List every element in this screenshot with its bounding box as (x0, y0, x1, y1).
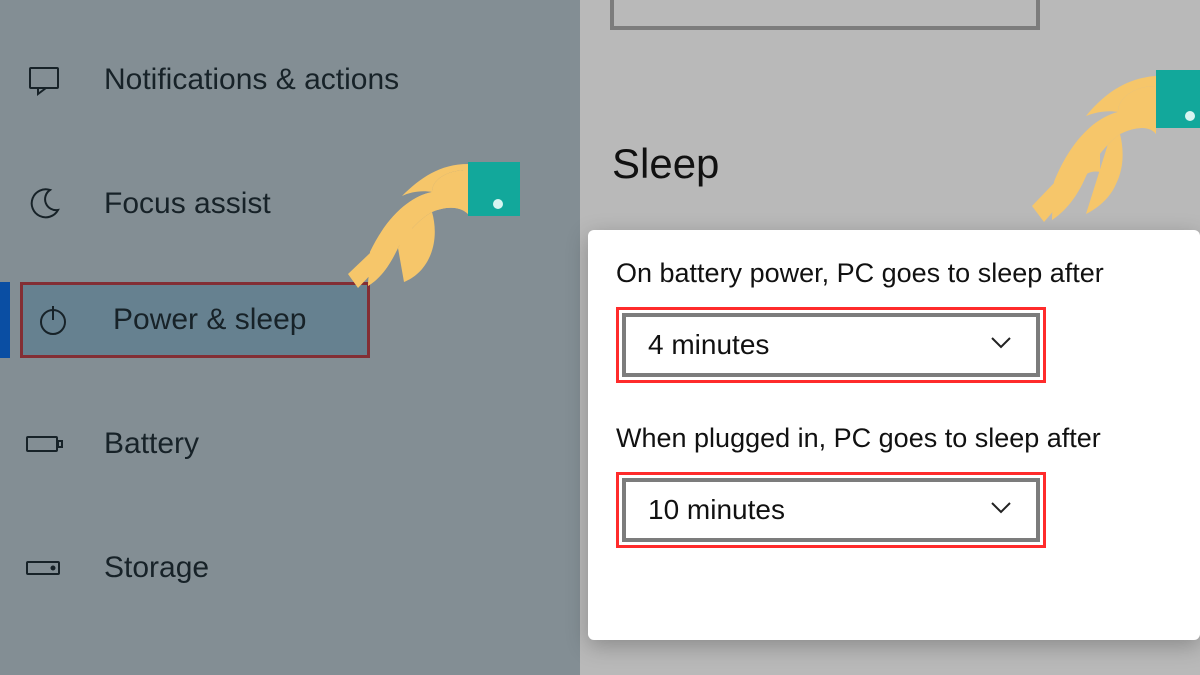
chevron-down-icon (988, 494, 1014, 527)
partial-dropdown-outline (610, 0, 1040, 30)
plugged-sleep-label: When plugged in, PC goes to sleep after (616, 423, 1172, 454)
sidebar-item-battery[interactable]: Battery (24, 406, 199, 482)
plugged-sleep-dropdown[interactable]: 10 minutes (622, 478, 1040, 542)
sidebar-item-storage[interactable]: Storage (24, 530, 209, 606)
battery-sleep-label: On battery power, PC goes to sleep after (616, 258, 1172, 289)
sidebar-item-notifications[interactable]: Notifications & actions (24, 42, 399, 118)
sidebar-item-label: Notifications & actions (104, 63, 399, 97)
sidebar-item-label: Battery (104, 427, 199, 461)
battery-icon (24, 424, 64, 464)
battery-sleep-highlight: 4 minutes (616, 307, 1046, 383)
chevron-down-icon (988, 329, 1014, 362)
sleep-settings-panel: On battery power, PC goes to sleep after… (588, 230, 1200, 640)
sidebar-item-power-sleep[interactable]: Power & sleep (20, 282, 370, 358)
settings-sidebar: Notifications & actions Focus assist Pow… (0, 0, 580, 675)
moon-icon (24, 184, 64, 224)
sidebar-item-focus-assist[interactable]: Focus assist (24, 166, 271, 242)
battery-sleep-value: 4 minutes (648, 329, 769, 361)
section-title-sleep: Sleep (612, 140, 719, 188)
battery-sleep-dropdown[interactable]: 4 minutes (622, 313, 1040, 377)
sidebar-item-label: Storage (104, 551, 209, 585)
notifications-icon (24, 60, 64, 100)
sidebar-item-label: Focus assist (104, 187, 271, 221)
plugged-sleep-highlight: 10 minutes (616, 472, 1046, 548)
sidebar-item-label: Power & sleep (113, 303, 306, 337)
plugged-sleep-value: 10 minutes (648, 494, 785, 526)
sidebar-accent-bar (0, 282, 10, 358)
power-icon (33, 300, 73, 340)
storage-icon (24, 548, 64, 588)
